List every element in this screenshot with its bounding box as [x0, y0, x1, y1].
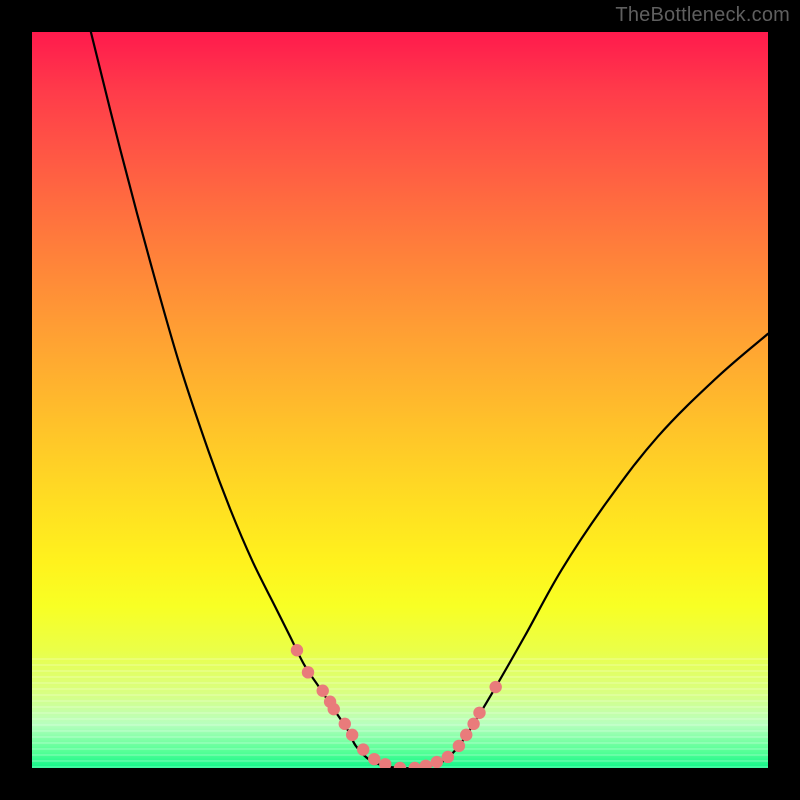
marker-dot — [346, 729, 358, 741]
marker-dot — [473, 707, 485, 719]
marker-dot — [431, 756, 443, 768]
marker-dot — [420, 760, 432, 768]
marker-dot — [467, 718, 479, 730]
curve-path — [91, 32, 768, 768]
marker-dot — [460, 729, 472, 741]
marker-dot — [379, 758, 391, 768]
marker-dot — [317, 685, 329, 697]
curve-layer — [32, 32, 768, 768]
marker-dot — [489, 681, 501, 693]
marker-dot — [368, 753, 380, 765]
watermark-text: TheBottleneck.com — [615, 4, 790, 27]
plot-area — [32, 32, 768, 768]
marker-dot — [357, 743, 369, 755]
marker-dot — [302, 666, 314, 678]
chart-frame: TheBottleneck.com — [0, 0, 800, 800]
bottleneck-curve — [91, 32, 768, 768]
marker-dot — [328, 703, 340, 715]
highlight-markers — [291, 644, 502, 768]
marker-dot — [442, 751, 454, 763]
marker-dot — [291, 644, 303, 656]
marker-dot — [339, 718, 351, 730]
marker-dot — [394, 762, 406, 768]
marker-dot — [453, 740, 465, 752]
marker-dot — [409, 762, 421, 768]
